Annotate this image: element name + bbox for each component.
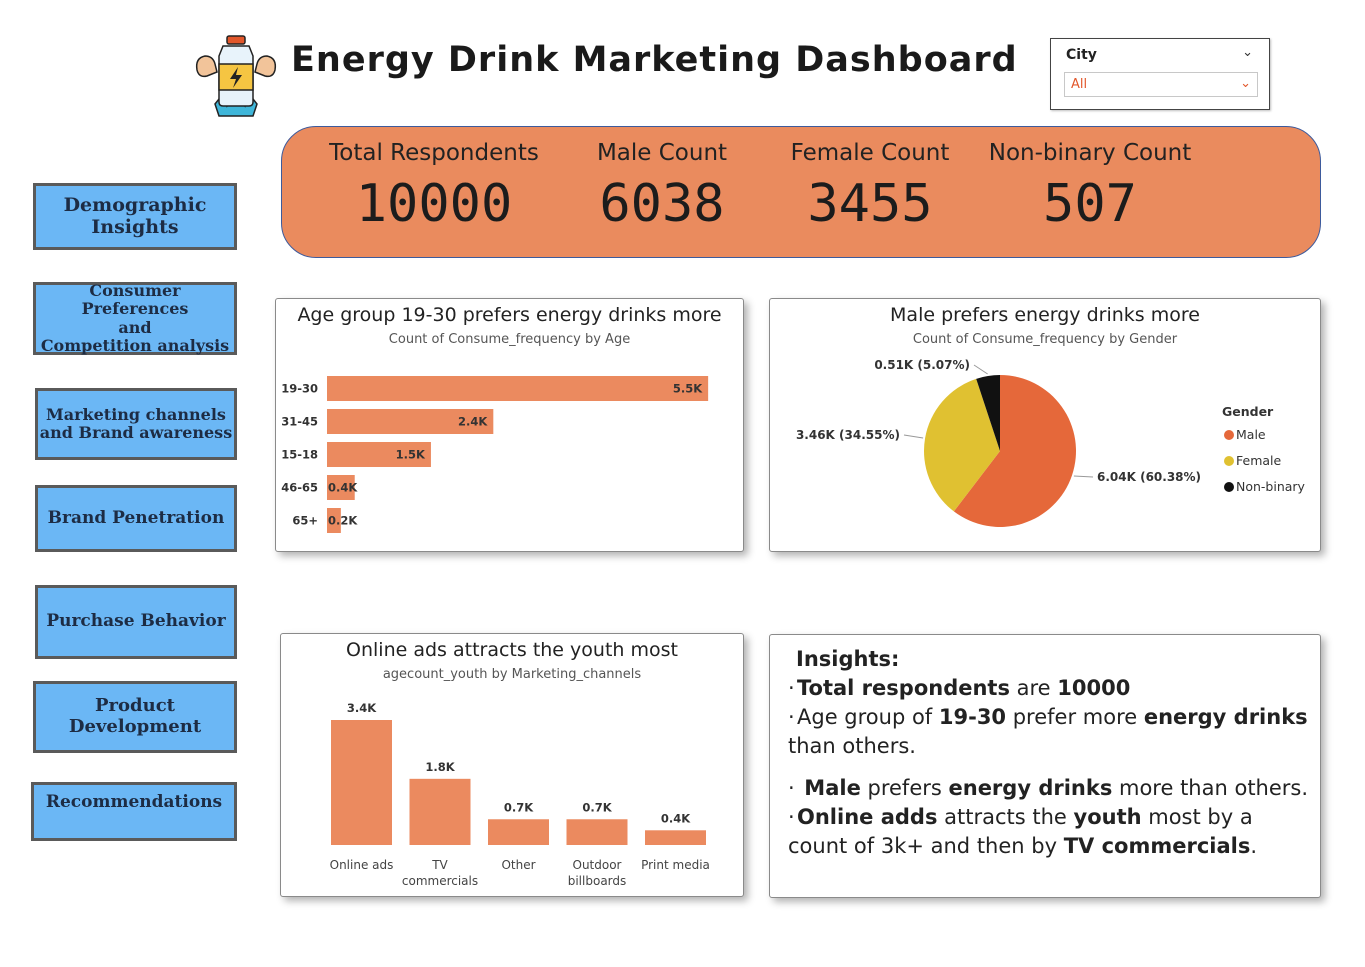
kpi-value: 10000 <box>355 174 513 234</box>
pie-data-label: 0.51K (5.07%) <box>874 358 970 372</box>
channel-bar[interactable] <box>488 819 549 845</box>
age-tick-label: 65+ <box>292 514 318 528</box>
kpi-nonbinary-count: Non-binary Count 507 <box>980 140 1200 234</box>
kpi-total-respondents: Total Respondents 10000 <box>314 140 554 234</box>
channel-tick-label: TV commercials <box>402 858 478 888</box>
nav-product-development[interactable]: Product Development <box>33 681 237 753</box>
pie-leader-line <box>903 434 924 439</box>
channel-bar[interactable] <box>409 778 471 845</box>
age-tick-label: 19-30 <box>281 382 318 396</box>
age-tick-label: 31-45 <box>281 415 318 429</box>
nav-demographic-insights[interactable]: Demographic Insights <box>33 183 237 250</box>
kpi-value: 507 <box>1043 174 1137 234</box>
channel-bar[interactable] <box>566 819 628 845</box>
legend-item[interactable]: Non-binary <box>1236 479 1306 494</box>
insight-item: · Age group of 19-30 prefer more energy d… <box>788 705 1308 758</box>
channel-data-label: 0.7K <box>504 800 534 814</box>
legend-title: Gender <box>1222 404 1274 419</box>
insight-item: · Online adds attracts the youth most by … <box>788 805 1258 858</box>
age-bar[interactable] <box>327 376 709 401</box>
pie-data-label: 3.46K (34.55%) <box>796 428 900 442</box>
city-filter-label: City <box>1066 47 1097 63</box>
gender-pie-chart: 6.04K (60.38%) 3.46K (34.55%) 0.51K (5.07%… <box>796 358 1306 527</box>
nav-recommendations[interactable]: Recommendations <box>31 782 237 841</box>
age-tick-label: 15-18 <box>281 448 318 462</box>
city-filter[interactable]: City ⌄ All ⌄ <box>1050 38 1270 110</box>
chevron-down-icon[interactable]: ⌄ <box>1240 76 1251 91</box>
chevron-down-icon[interactable]: ⌄ <box>1242 45 1253 60</box>
kpi-band: Total Respondents 10000 Male Count 6038 … <box>281 126 1321 258</box>
legend-marker <box>1224 456 1234 466</box>
channel-tick-label: Print media <box>641 858 710 872</box>
channel-data-label: 3.4K <box>347 701 377 715</box>
legend-marker <box>1224 430 1234 440</box>
city-dropdown-value: All <box>1071 77 1088 92</box>
channel-tick-label: Outdoor billboards <box>568 858 627 888</box>
age-data-label: 0.2K <box>328 514 358 528</box>
legend-item[interactable]: Female <box>1236 453 1282 468</box>
pie-leader-line <box>1073 475 1094 478</box>
pie-leader-line <box>973 364 988 375</box>
insight-item: · Total respondents are 10000 <box>788 676 1131 700</box>
kpi-value: 6038 <box>599 174 725 234</box>
kpi-label: Non-binary Count <box>988 140 1192 166</box>
nav-brand-penetration[interactable]: Brand Penetration <box>35 485 237 552</box>
energy-bottle-logo-icon <box>195 35 277 117</box>
channel-bar[interactable] <box>645 830 706 845</box>
age-chart-card: Age group 19-30 prefers energy drinks mo… <box>275 298 744 552</box>
gender-chart-card: Male prefers energy drinks more Count of… <box>769 298 1321 552</box>
kpi-male-count: Male Count 6038 <box>562 140 762 234</box>
kpi-label: Male Count <box>596 140 728 166</box>
dashboard-title: Energy Drink Marketing Dashboard <box>291 40 1018 80</box>
age-tick-label: 46-65 <box>281 481 318 495</box>
nav-marketing-channels[interactable]: Marketing channels and Brand awareness <box>35 388 237 460</box>
pie-data-label: 6.04K (60.38%) <box>1097 470 1201 484</box>
insights-title: Insights: <box>796 647 900 671</box>
channel-tick-label: Online ads <box>330 858 394 872</box>
age-data-label: 1.5K <box>396 448 426 462</box>
age-data-label: 2.4K <box>458 415 488 429</box>
kpi-label: Female Count <box>790 140 950 166</box>
nav-purchase-behavior[interactable]: Purchase Behavior <box>35 585 237 659</box>
age-data-label: 5.5K <box>673 382 703 396</box>
kpi-female-count: Female Count 3455 <box>770 140 970 234</box>
legend-item[interactable]: Male <box>1236 427 1266 442</box>
insight-item: · Male prefers energy drinks more than o… <box>788 776 1309 800</box>
legend-marker <box>1224 482 1234 492</box>
kpi-label: Total Respondents <box>329 140 539 166</box>
channel-bar[interactable] <box>331 720 392 845</box>
nav-consumer-preferences[interactable]: Consumer Preferences and Competition ana… <box>33 281 237 355</box>
age-bar-chart: 19-30 5.5K 31-45 2.4K 15-18 1.5K 46-65 0.4K 65+ 0… <box>281 376 709 533</box>
channel-data-label: 1.8K <box>425 760 455 774</box>
insights-card: Insights: · Total respondents are 10000 · A… <box>769 634 1321 898</box>
channel-chart-card: Online ads attracts the youth most ageco… <box>280 633 744 897</box>
channel-data-label: 0.4K <box>661 811 691 825</box>
channel-data-label: 0.7K <box>582 800 612 814</box>
channel-tick-label: Other <box>501 858 535 872</box>
age-data-label: 0.4K <box>328 481 358 495</box>
city-dropdown[interactable]: All ⌄ <box>1064 72 1258 97</box>
channel-bar-chart: 3.4K Online ads 1.8K TV commercials 0.7K Other… <box>330 701 710 888</box>
kpi-value: 3455 <box>807 174 933 234</box>
